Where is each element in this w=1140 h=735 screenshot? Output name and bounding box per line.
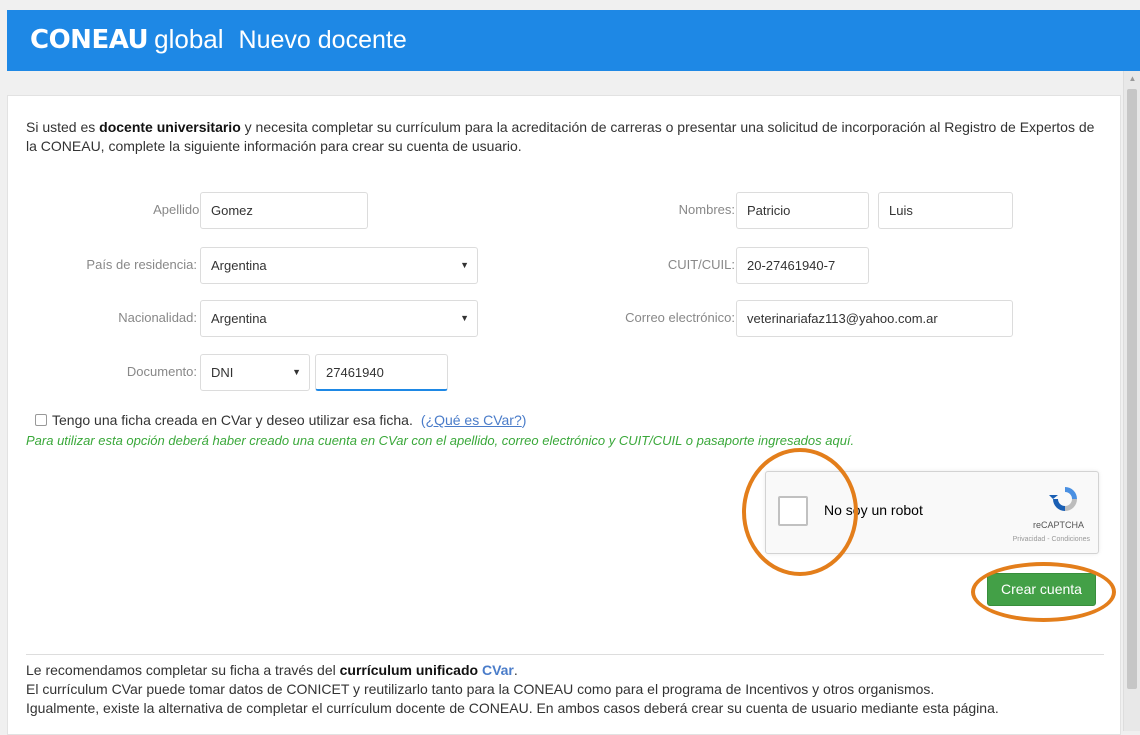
footer-text: Le recomendamos completar su ficha a tra… — [26, 661, 1116, 718]
cuit-input[interactable]: 20-27461940-7 — [736, 247, 869, 284]
recaptcha-label: No soy un robot — [824, 502, 923, 518]
pais-select-value: Argentina — [211, 258, 267, 273]
recaptcha-widget: No soy un robot reCAPTCHA Privacidad - C… — [765, 471, 1099, 554]
cvar-brand-link[interactable]: CVar — [482, 662, 514, 678]
cuit-label: CUIT/CUIL: — [667, 257, 735, 272]
footer-line-1-start: Le recomendamos completar su ficha a tra… — [26, 662, 340, 678]
correo-label: Correo electrónico: — [625, 310, 735, 325]
recaptcha-terms-link[interactable]: Privacidad - Condiciones — [1013, 536, 1090, 543]
recaptcha-logo-icon — [1049, 487, 1077, 511]
vertical-scrollbar[interactable]: ▲ — [1123, 71, 1140, 731]
correo-input[interactable]: veterinariafaz113@yahoo.com.ar — [736, 300, 1013, 337]
footer-line-1: Le recomendamos completar su ficha a tra… — [26, 661, 1116, 680]
nacionalidad-select-value: Argentina — [211, 311, 267, 326]
footer-line-3: Igualmente, existe la alternativa de com… — [26, 700, 999, 716]
cvar-link-close: ) — [521, 412, 527, 428]
chevron-down-icon: ▼ — [292, 367, 301, 377]
recaptcha-checkbox[interactable] — [778, 496, 808, 526]
apellido-input[interactable]: Gomez — [200, 192, 368, 229]
nombres-first-input[interactable]: Patricio — [736, 192, 869, 229]
intro-text: Si usted es docente universitario y nece… — [26, 118, 1106, 156]
cvar-checkbox[interactable] — [35, 414, 47, 426]
brand-name: CONEAU — [30, 25, 149, 55]
nacionalidad-select[interactable]: Argentina ▼ — [200, 300, 478, 337]
form-panel: Si usted es docente universitario y nece… — [7, 95, 1121, 735]
footer-line-2: El currículum CVar puede tomar datos de … — [26, 681, 935, 697]
documento-type-select[interactable]: DNI ▼ — [200, 354, 310, 391]
cvar-checkbox-label[interactable]: Tengo una ficha creada en CVar y deseo u… — [52, 412, 413, 428]
scroll-up-arrow-icon[interactable]: ▲ — [1124, 74, 1140, 84]
pais-label: País de residencia: — [86, 257, 197, 272]
pais-select[interactable]: Argentina ▼ — [200, 247, 478, 284]
documento-label: Documento: — [126, 364, 197, 379]
nombres-label: Nombres: — [678, 202, 735, 217]
divider — [26, 654, 1104, 655]
intro-text-start: Si usted es — [26, 119, 100, 135]
recaptcha-brand: reCAPTCHA — [1032, 520, 1084, 530]
page-title: Nuevo docente — [238, 26, 407, 54]
cvar-link-text[interactable]: ¿Qué es CVar? — [426, 412, 522, 428]
create-account-button[interactable]: Crear cuenta — [987, 573, 1096, 606]
brand-logo[interactable]: CONEAU global Nuevo docente — [30, 24, 407, 58]
intro-bold: docente universitario — [99, 119, 241, 135]
cvar-option: Tengo una ficha creada en CVar y deseo u… — [35, 412, 526, 428]
documento-type-value: DNI — [211, 365, 234, 380]
cvar-note: Para utilizar esta opción deberá haber c… — [26, 433, 855, 448]
chevron-down-icon: ▼ — [460, 313, 469, 323]
footer-line-1-end: . — [513, 662, 518, 678]
top-bar: CONEAU global Nuevo docente — [7, 10, 1140, 71]
scroll-thumb[interactable] — [1127, 89, 1137, 689]
documento-number-input[interactable]: 27461940 — [315, 354, 448, 391]
cvar-help-link[interactable]: (¿Qué es CVar?) — [421, 412, 527, 428]
footer-bold: currículum unificado — [339, 662, 479, 678]
nombres-second-input[interactable]: Luis — [878, 192, 1013, 229]
nacionalidad-label: Nacionalidad: — [118, 310, 197, 325]
brand-suffix: global — [154, 24, 224, 54]
chevron-down-icon: ▼ — [460, 260, 469, 270]
apellido-label: Apellido: — [153, 202, 203, 217]
